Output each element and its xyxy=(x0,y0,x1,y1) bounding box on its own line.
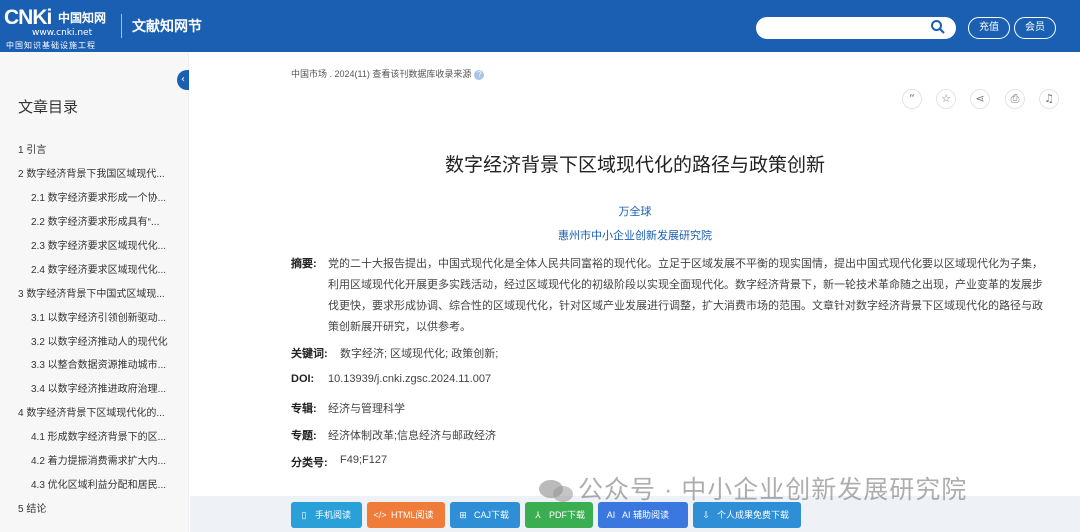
chevron-left-icon: ‹ xyxy=(181,74,185,85)
button-label: HTML阅读 xyxy=(391,510,434,520)
abstract-label: 摘要: xyxy=(291,258,317,270)
search-input[interactable] xyxy=(766,20,926,36)
affiliation-link[interactable]: 惠州市中小企业创新发展研究院 xyxy=(190,227,1080,243)
bell-icon[interactable]: ♫ xyxy=(1039,89,1059,109)
star-icon[interactable]: ☆ xyxy=(936,89,956,109)
logo-url: www.cnki.net xyxy=(32,28,93,38)
phone-icon: ▯ xyxy=(301,510,307,520)
caj-download-button[interactable]: ⊞ CAJ下载 xyxy=(450,502,520,528)
abstract-line: 策创新展开研究，以供参考。 xyxy=(328,321,471,333)
journal-source[interactable]: 中国市场 . 2024(11) 查看该刊数据库收录来源 xyxy=(291,69,471,79)
keywords-value[interactable]: 数字经济; 区域现代化; 政策创新; xyxy=(340,345,498,361)
toc-title: 文章目录 xyxy=(18,98,79,116)
toc-item[interactable]: 2.1 数字经济要求形成一个协... xyxy=(31,189,166,204)
cnki-logo[interactable]: CNKi 中国知网 www.cnki.net 中国知识基础设施工程 xyxy=(4,6,116,50)
toc-item[interactable]: 2.3 数字经济要求区域现代化... xyxy=(31,237,166,252)
doi-label: DOI: xyxy=(291,373,315,385)
toc-item[interactable]: 4.3 优化区域利益分配和居民... xyxy=(31,476,166,491)
help-icon[interactable]: ? xyxy=(474,70,485,80)
topic-label: 专题: xyxy=(291,430,317,442)
toc-item[interactable]: 2.2 数字经济要求形成具有“... xyxy=(31,213,159,228)
logo-cn: 中国知网 xyxy=(58,11,107,25)
toc-item[interactable]: 4.1 形成数字经济背景下的区... xyxy=(31,428,166,443)
series-value: 经济与管理科学 xyxy=(328,403,405,415)
search-box[interactable] xyxy=(756,17,956,39)
doi-value: 10.13939/j.cnki.zgsc.2024.11.007 xyxy=(328,373,492,385)
toc-item[interactable]: 2 数字经济背景下我国区域现代... xyxy=(18,165,165,180)
search-icon[interactable] xyxy=(930,19,946,39)
toc-item[interactable]: 3.1 以数字经济引领创新驱动... xyxy=(31,309,166,324)
toc-item[interactable]: 3 数字经济背景下中国式区域现... xyxy=(18,285,165,300)
logo-subtitle: 中国知识基础设施工程 xyxy=(6,41,96,50)
button-label: 手机阅读 xyxy=(315,510,352,520)
breadcrumb[interactable]: 中国市场 . 2024(11) 查看该刊数据库收录来源? xyxy=(291,67,485,80)
abstract-line: 党的二十大报告提出，中国式现代化是全体人民共同富裕的现代化。立足于区域发展不平衡… xyxy=(328,258,1043,270)
toc-item[interactable]: 1 引言 xyxy=(18,141,46,156)
series-label: 专辑: xyxy=(291,403,317,415)
keywords-label: 关键词: xyxy=(291,348,328,360)
button-label: PDF下载 xyxy=(549,510,586,520)
abstract-line: 利用区域现代化开展更多实践活动，经过区域现代化的初级阶段以实现全面现代化。数字经… xyxy=(328,279,1043,291)
quote-icon[interactable]: “ xyxy=(902,89,922,109)
button-label: CAJ下载 xyxy=(474,510,510,520)
toc-item[interactable]: 3.3 以整合数据资源推动城市... xyxy=(31,356,166,371)
watermark-text: 公众号 · 中小企业创新发展研究院 xyxy=(578,476,968,504)
toc-item[interactable]: 5 结论 xyxy=(18,500,46,515)
button-label: AI 辅助阅读 xyxy=(622,510,670,520)
print-icon[interactable]: ⎙ xyxy=(1005,89,1025,109)
code-icon: </> xyxy=(373,510,387,520)
recharge-button[interactable]: 充值 xyxy=(968,17,1010,39)
product-name[interactable]: 文献知网节 xyxy=(132,16,202,36)
topic-value: 经济体制改革;信息经济与邮政经济 xyxy=(328,430,497,442)
toc-item[interactable]: 3.4 以数字经济推进政府治理... xyxy=(31,380,166,395)
member-button[interactable]: 会员 xyxy=(1014,17,1056,39)
toc-item[interactable]: 2.4 数字经济要求区域现代化... xyxy=(31,261,166,276)
toc-item[interactable]: 4.2 着力提振消费需求扩大内... xyxy=(31,452,166,467)
logo-mark: CNKi xyxy=(4,6,52,29)
html-read-button[interactable]: </> HTML阅读 xyxy=(367,502,445,528)
class-value: F49;F127 xyxy=(340,454,388,466)
watermark: 公众号 · 中小企业创新发展研究院 xyxy=(538,470,967,506)
author-link[interactable]: 万全球 xyxy=(190,203,1080,219)
share-icon[interactable]: ⋖ xyxy=(970,89,990,109)
logo-divider xyxy=(121,14,122,38)
toc-item[interactable]: 3.2 以数字经济推动人的现代化 xyxy=(31,333,168,348)
wechat-icon xyxy=(539,480,573,503)
book-icon: ⊞ xyxy=(459,510,467,520)
toc-item[interactable]: 4 数字经济背景下区域现代化的... xyxy=(18,404,165,419)
mobile-read-button[interactable]: ▯ 手机阅读 xyxy=(291,502,362,528)
abstract-line: 伐更快，要求形成协调、综合性的区域现代化，针对区域产业发展进行调整，扩大消费市场… xyxy=(328,300,1043,312)
button-label: 个人成果免费下载 xyxy=(717,510,790,520)
article-title: 数字经济背景下区域现代化的路径与政策创新 xyxy=(444,155,825,176)
class-label: 分类号: xyxy=(291,457,328,469)
